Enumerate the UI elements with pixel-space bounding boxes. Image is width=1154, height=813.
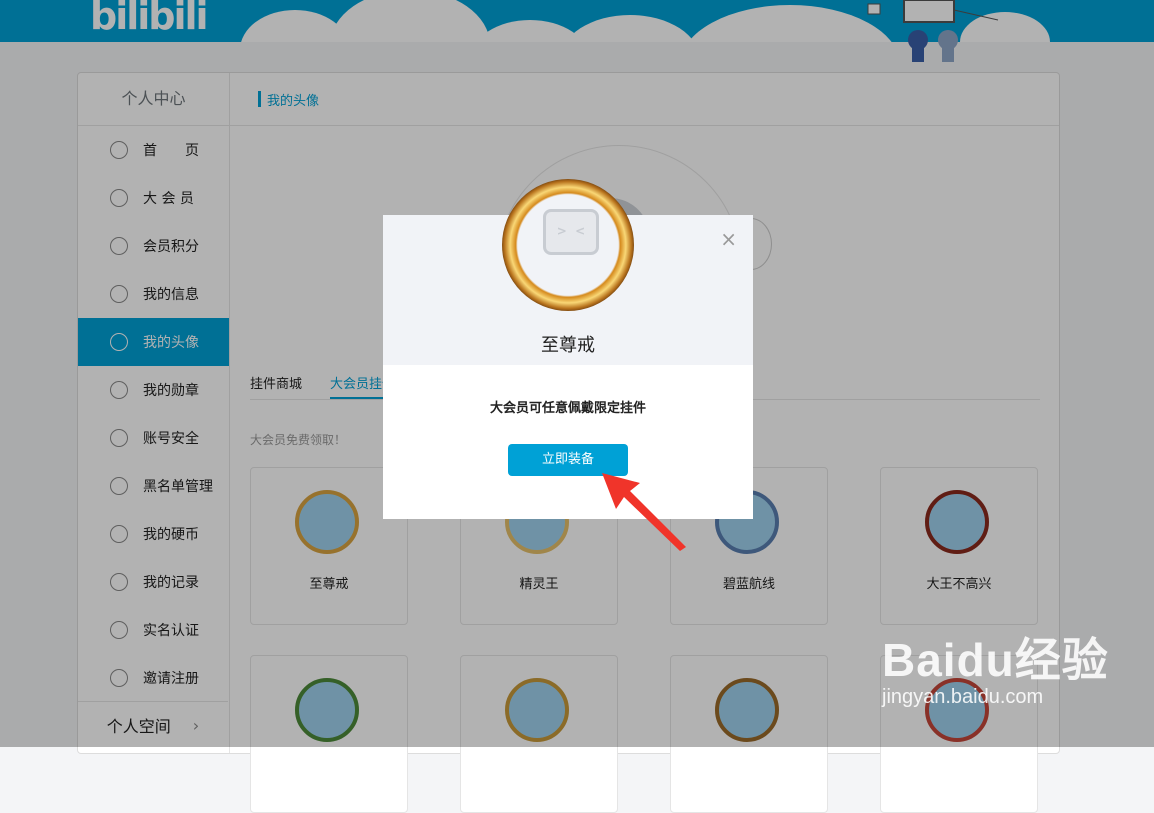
watermark-brand: Baidu经验: [882, 634, 1109, 686]
close-icon[interactable]: ×: [720, 227, 737, 251]
tv-avatar-icon: > <: [543, 209, 599, 255]
annotation-arrow: [602, 473, 686, 551]
modal-description: 大会员可任意佩戴限定挂件: [489, 401, 646, 416]
baidu-watermark: Baidu经验 jingyan.baidu.com: [882, 624, 1109, 709]
modal-title: 至尊戒: [541, 335, 595, 356]
tv-face: > <: [556, 224, 586, 238]
pendant-modal: > < × 至尊戒 大会员可任意佩戴限定挂件 立即装备: [383, 179, 753, 519]
